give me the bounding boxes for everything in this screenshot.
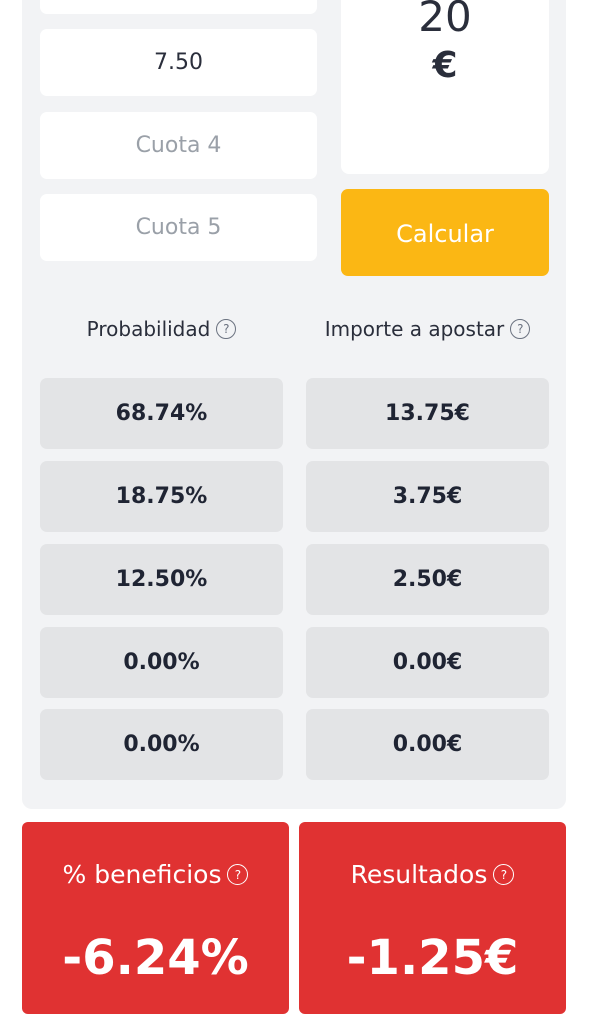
calculate-button[interactable]: Calcular — [341, 189, 549, 276]
stake-display[interactable]: 20 € — [341, 0, 549, 174]
profit-title: % beneficios ? — [22, 860, 289, 889]
question-circle-icon[interactable]: ? — [510, 319, 531, 339]
profit-title-label: % beneficios — [62, 860, 222, 889]
odds-input-5[interactable] — [40, 194, 317, 261]
result-title-label: Resultados — [350, 860, 488, 889]
profit-card: % beneficios ? -6.24% — [22, 822, 289, 1014]
question-circle-icon[interactable]: ? — [493, 864, 515, 885]
profit-value: -6.24% — [62, 930, 249, 986]
amount-cell: 0.00€ — [306, 709, 549, 780]
amount-cell: 0.00€ — [306, 627, 549, 698]
result-card: Resultados ? -1.25€ — [299, 822, 566, 1014]
result-title: Resultados ? — [299, 860, 566, 889]
probability-cell: 12.50% — [40, 544, 283, 615]
odds-input-4[interactable] — [40, 112, 317, 179]
probability-cell: 18.75% — [40, 461, 283, 532]
amount-header-label: Importe a apostar — [324, 317, 505, 341]
question-circle-icon[interactable]: ? — [227, 864, 249, 885]
probability-header: Probabilidad ? — [40, 312, 283, 346]
stake-currency: € — [432, 45, 458, 86]
odds-input-4-field[interactable] — [40, 112, 317, 179]
amount-cell: 2.50€ — [306, 544, 549, 615]
probability-cell: 0.00% — [40, 709, 283, 780]
odds-input-2[interactable] — [40, 0, 317, 14]
probability-header-label: Probabilidad — [86, 317, 211, 341]
amount-header: Importe a apostar ? — [306, 312, 549, 346]
probability-cell: 68.74% — [40, 378, 283, 449]
odds-input-3[interactable] — [40, 29, 317, 96]
odds-input-3-field[interactable] — [40, 29, 317, 96]
amount-cell: 3.75€ — [306, 461, 549, 532]
question-circle-icon[interactable]: ? — [216, 319, 237, 339]
probability-cell: 0.00% — [40, 627, 283, 698]
result-value: -1.25€ — [346, 930, 519, 986]
stake-value: 20 — [418, 0, 472, 41]
amount-cell: 13.75€ — [306, 378, 549, 449]
odds-input-5-field[interactable] — [40, 194, 317, 261]
